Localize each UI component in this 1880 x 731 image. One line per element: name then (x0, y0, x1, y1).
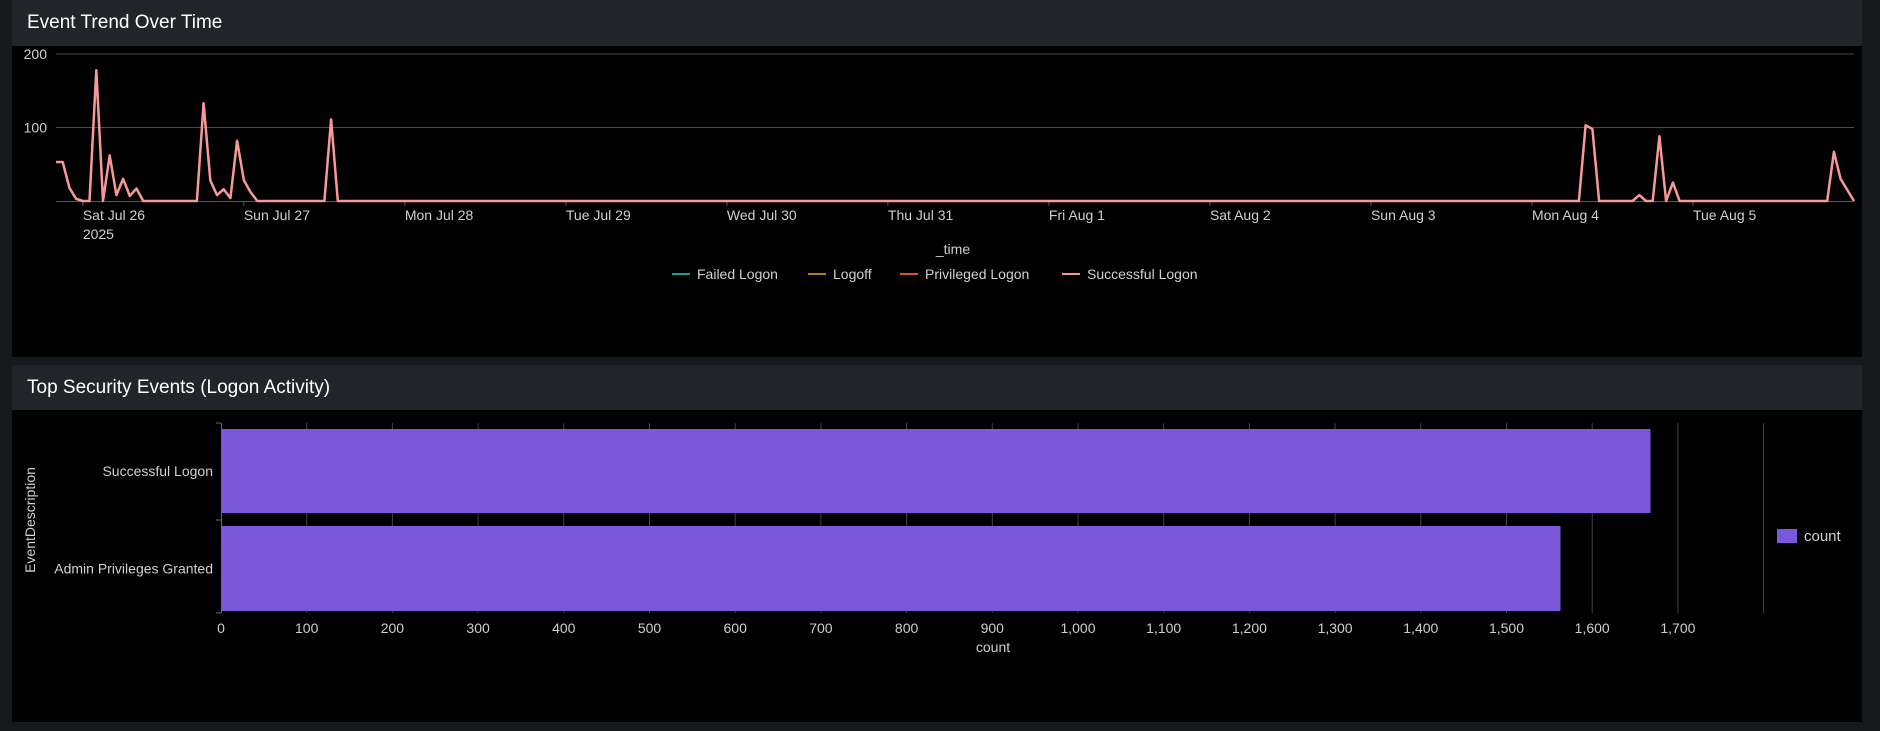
top-security-events-panel: Top Security Events (Logon Activity) Suc… (12, 365, 1862, 722)
event-trend-chart: 100 200 Sat Jul 26 2025 Sun Jul 27 Mon Jul 28… (24, 46, 1856, 282)
x-tick-label: Fri Aug 1 (1049, 207, 1105, 223)
x-tick-year: 2025 (83, 226, 114, 242)
category-label: Successful Logon (102, 463, 213, 479)
x-tick-label: Tue Jul 29 (566, 207, 631, 223)
x-tick-label: Mon Aug 4 (1532, 207, 1599, 223)
legend-label: Logoff (833, 266, 872, 282)
x-tick-label: 1,500 (1489, 620, 1524, 636)
x-tick-label: 300 (466, 620, 490, 636)
x-tick-label: Sun Aug 3 (1371, 207, 1436, 223)
x-axis-title: count (976, 639, 1010, 655)
top-events-bar-chart: Successful Logon Admin Privileges Granted… (22, 422, 1842, 655)
x-tick-label: 1,000 (1060, 620, 1095, 636)
x-tick-label: 900 (981, 620, 1005, 636)
x-tick-label: Tue Aug 5 (1693, 207, 1757, 223)
x-tick-label: 700 (809, 620, 833, 636)
x-tick-label: Sat Jul 26 (83, 207, 145, 223)
x-tick-label: 1,700 (1660, 620, 1695, 636)
legend-label: Successful Logon (1087, 266, 1198, 282)
x-tick-label: 100 (295, 620, 319, 636)
panel-title: Event Trend Over Time (12, 0, 1862, 46)
x-tick-label: 800 (895, 620, 919, 636)
y-tick-label: 100 (24, 120, 48, 136)
x-tick-label: 1,100 (1146, 620, 1181, 636)
event-trend-panel: Event Trend Over Time 100 200 Sat Jul 26 20… (12, 0, 1862, 357)
x-tick-label: Mon Jul 28 (405, 207, 474, 223)
x-tick-label: 1,400 (1403, 620, 1438, 636)
panel-title: Top Security Events (Logon Activity) (12, 365, 1862, 410)
x-axis-title: _time (935, 241, 970, 257)
x-tick-label: 1,300 (1318, 620, 1353, 636)
legend-swatch (1777, 529, 1797, 543)
x-tick-label: Sun Jul 27 (244, 207, 310, 223)
bar (222, 429, 1651, 513)
x-tick-label: Wed Jul 30 (727, 207, 797, 223)
x-tick-label: 1,200 (1232, 620, 1267, 636)
bar (222, 526, 1561, 611)
x-tick-label: Thu Jul 31 (888, 207, 954, 223)
x-tick-label: 500 (638, 620, 662, 636)
x-tick-label: 1,600 (1575, 620, 1610, 636)
category-label: Admin Privileges Granted (54, 561, 213, 577)
x-tick-label: 0 (217, 620, 225, 636)
legend-label: count (1804, 528, 1842, 545)
x-tick-label: Sat Aug 2 (1210, 207, 1271, 223)
y-axis-title: EventDescription (22, 467, 38, 573)
y-tick-label: 200 (24, 46, 48, 62)
series-line-successful-logon (56, 68, 1856, 203)
legend-label: Privileged Logon (925, 266, 1029, 282)
legend-label: Failed Logon (697, 266, 778, 282)
x-tick-label: 200 (381, 620, 405, 636)
x-tick-label: 600 (724, 620, 748, 636)
x-tick-label: 400 (552, 620, 576, 636)
